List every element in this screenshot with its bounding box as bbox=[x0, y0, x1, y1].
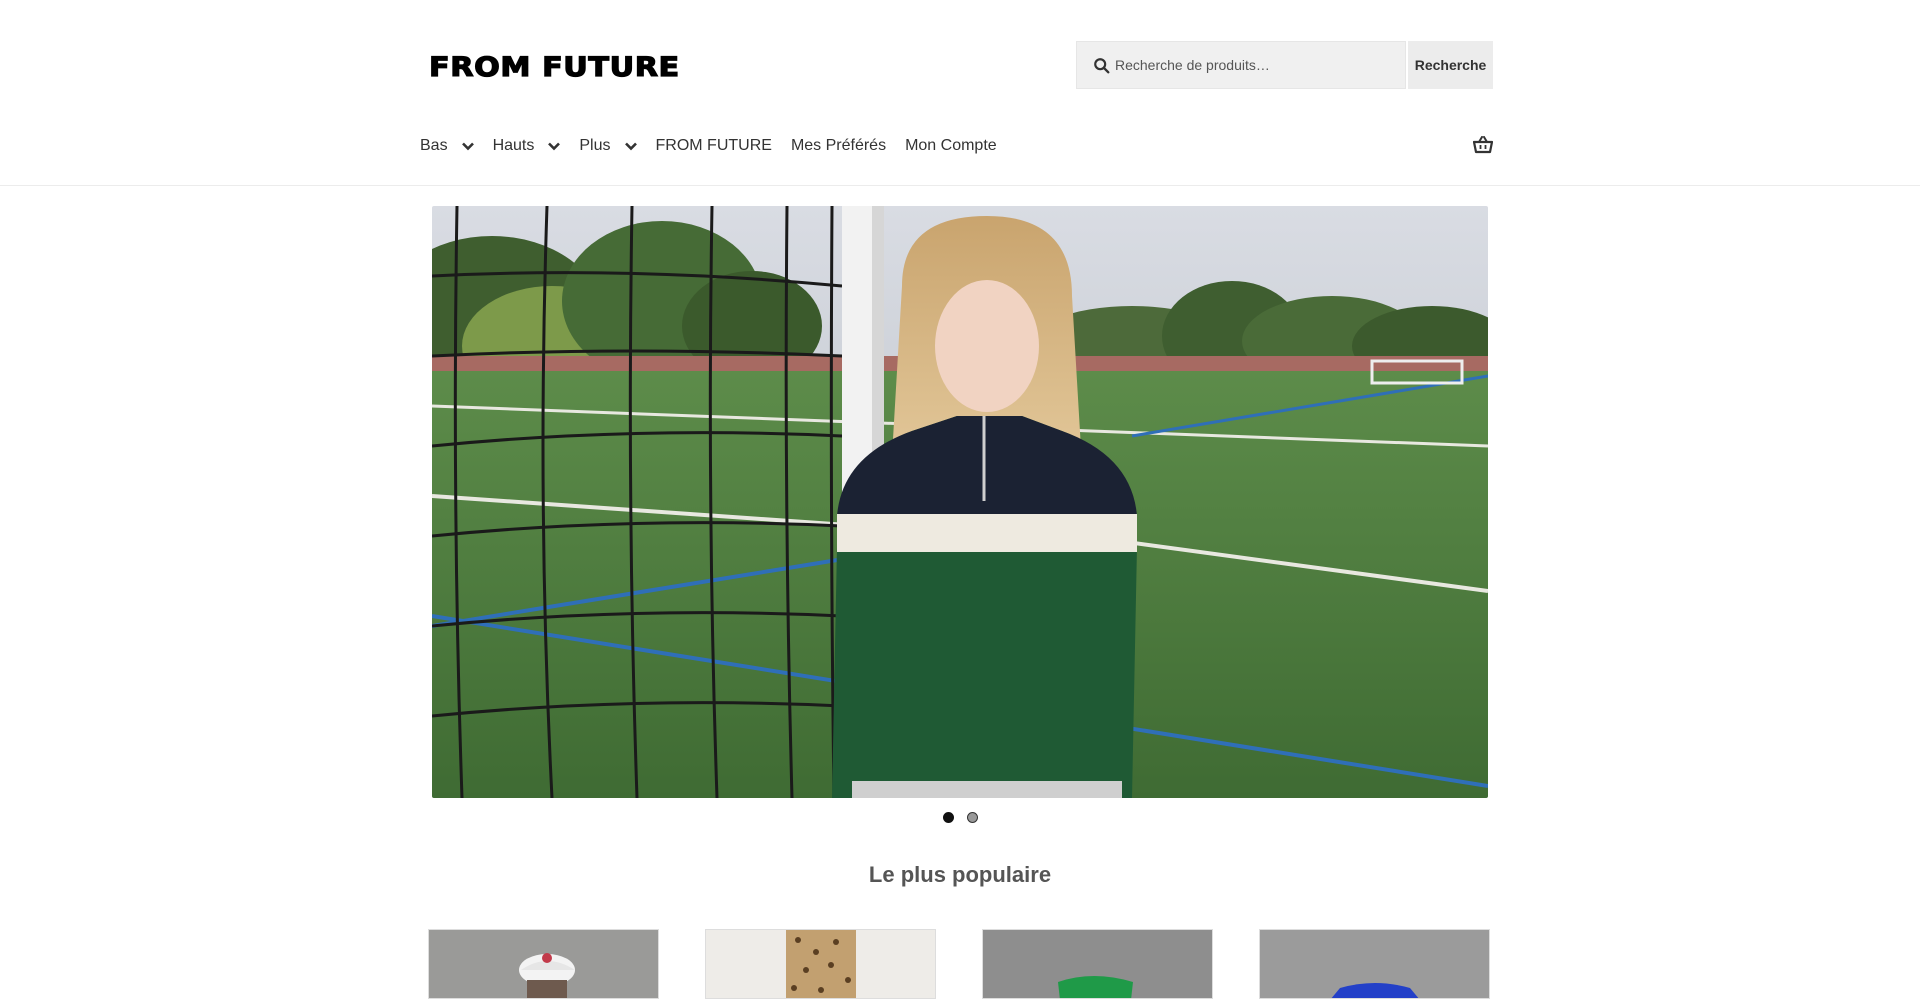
slider-dot-2[interactable] bbox=[967, 812, 978, 823]
product-card[interactable] bbox=[428, 929, 659, 999]
nav-item-label: Bas bbox=[420, 137, 448, 154]
hero-slide-image[interactable] bbox=[432, 206, 1488, 798]
slider-dot-1[interactable] bbox=[943, 812, 954, 823]
nav-item-favorites[interactable]: Mes Préférés bbox=[791, 137, 886, 155]
product-image bbox=[1260, 930, 1489, 998]
product-card[interactable] bbox=[982, 929, 1213, 999]
basket-icon[interactable] bbox=[1473, 136, 1493, 154]
chevron-down-icon[interactable] bbox=[548, 142, 561, 151]
product-image bbox=[983, 930, 1212, 998]
nav-item-hauts[interactable]: Hauts bbox=[493, 137, 561, 155]
product-card[interactable] bbox=[1259, 929, 1490, 999]
product-search-form: Recherche bbox=[1076, 41, 1493, 89]
site-logo[interactable]: FROM FUTURE bbox=[428, 51, 680, 83]
search-button[interactable]: Recherche bbox=[1408, 41, 1493, 89]
product-grid bbox=[428, 929, 1490, 999]
nav-item-plus[interactable]: Plus bbox=[579, 137, 637, 155]
nav-item-label: Mes Préférés bbox=[790, 137, 887, 154]
nav-item-label: Mon Compte bbox=[905, 137, 997, 154]
search-field bbox=[1076, 41, 1406, 89]
hero-photo bbox=[432, 206, 1488, 798]
nav-item-label: Plus bbox=[579, 137, 611, 154]
nav-item-from-future[interactable]: FROM FUTURE bbox=[656, 137, 772, 155]
nav-item-bas[interactable]: Bas bbox=[420, 137, 474, 155]
primary-navigation: Bas Hauts Plus FROM FUTURE Mes Préférés … bbox=[420, 133, 1016, 159]
chevron-down-icon[interactable] bbox=[461, 142, 474, 151]
chevron-down-icon[interactable] bbox=[624, 142, 637, 151]
nav-item-label: Hauts bbox=[492, 137, 535, 154]
search-icon bbox=[1094, 58, 1110, 74]
site-header: FROM FUTURE Recherche Bas Hauts Plus FRO… bbox=[0, 0, 1920, 186]
product-image bbox=[429, 930, 658, 998]
section-title: Le plus populaire bbox=[868, 862, 1052, 887]
product-image bbox=[706, 930, 935, 998]
nav-item-label: FROM FUTURE bbox=[655, 137, 772, 154]
product-card[interactable] bbox=[705, 929, 936, 999]
slider-pagination bbox=[943, 812, 978, 823]
search-input[interactable] bbox=[1077, 42, 1405, 88]
nav-item-account[interactable]: Mon Compte bbox=[905, 137, 997, 155]
